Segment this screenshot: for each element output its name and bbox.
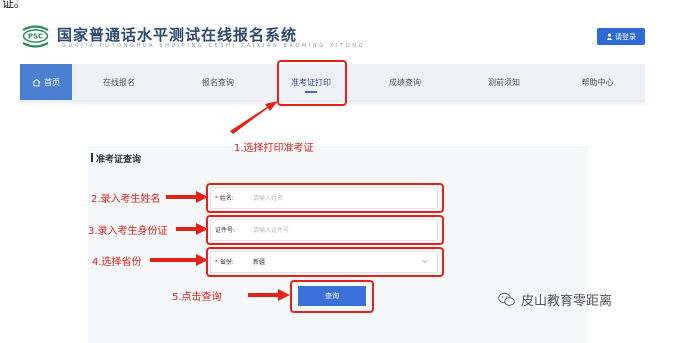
login-label: 请登录 <box>615 32 636 41</box>
site-title: 国家普通话水平测试在线报名系统 <box>57 26 298 44</box>
nav-home-label: 首页 <box>44 77 60 87</box>
login-button[interactable]: 请登录 <box>597 28 645 45</box>
highlight-name-field <box>206 183 444 213</box>
annotation-step5: 5.点击查询 <box>172 292 222 303</box>
nav-label: 在线报名 <box>103 77 135 87</box>
nav-home[interactable]: 首页 <box>20 64 72 100</box>
nav-item-help-center[interactable]: 帮助中心 <box>550 64 645 100</box>
site-subtitle: GUOJIA PUTONGHUA SHUIPING CESHI ZAIXIAN … <box>62 43 366 49</box>
logo-text: PSC <box>28 33 43 41</box>
nav-item-register-query[interactable]: 报名查询 <box>166 64 270 100</box>
user-icon <box>606 33 613 40</box>
nav-label: 报名查询 <box>202 77 234 87</box>
annotation-step1: 1.选择打印准考证 <box>234 143 314 154</box>
annotation-step2: 2.录入考生姓名 <box>91 194 161 205</box>
annotation-step3: 3.录入考生身份证 <box>88 226 168 237</box>
nav-item-pretest-notice[interactable]: 测前须知 <box>458 64 550 100</box>
home-icon <box>32 78 41 86</box>
watermark-text: 皮山教育零距离 <box>521 294 613 309</box>
nav-label: 成绩查询 <box>389 77 421 87</box>
watermark: 皮山教育零距离 <box>498 290 612 309</box>
nav-label: 测前须知 <box>488 77 520 87</box>
nav-item-online-register[interactable]: 在线报名 <box>72 64 166 100</box>
highlight-province-field <box>206 247 444 277</box>
annotation-step4: 4.选择省份 <box>92 257 142 268</box>
psc-logo: PSC <box>22 25 49 48</box>
section-marker <box>91 153 93 162</box>
highlight-admission-tab <box>277 60 347 106</box>
nav-item-score-query[interactable]: 成绩查询 <box>352 64 458 100</box>
nav-label: 帮助中心 <box>581 77 614 87</box>
highlight-query-button <box>290 280 374 313</box>
top-text-fragment: 证。 <box>2 0 27 10</box>
highlight-id-field <box>206 215 444 245</box>
wechat-icon <box>498 292 515 306</box>
section-title: 准考证查询 <box>96 155 142 165</box>
